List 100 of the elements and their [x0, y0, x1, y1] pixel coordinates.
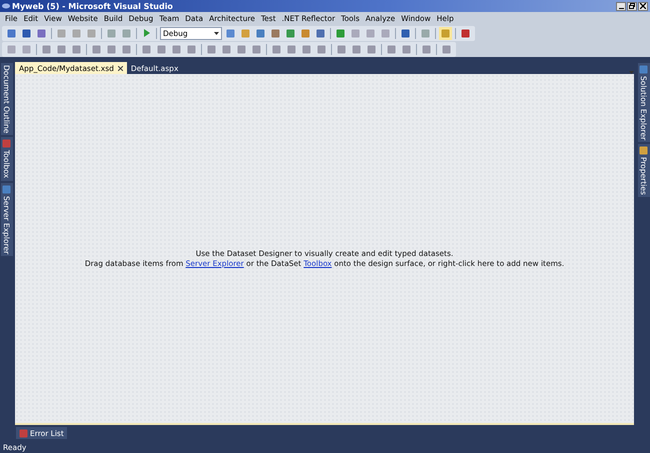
- square-icon: [241, 28, 250, 38]
- toolbar-button[interactable]: [459, 26, 472, 40]
- minimize-button[interactable]: [616, 2, 626, 10]
- toolbar-button[interactable]: [299, 26, 312, 40]
- square-icon: [2, 139, 11, 148]
- toolbar-button[interactable]: [205, 42, 218, 56]
- square-icon: [381, 28, 390, 38]
- toolbar-button[interactable]: [334, 26, 347, 40]
- restore-button[interactable]: [627, 2, 637, 10]
- toolbar-button[interactable]: [335, 42, 348, 56]
- toolbar-button[interactable]: [40, 42, 53, 56]
- square-icon: [639, 65, 648, 74]
- square-icon: [72, 28, 81, 38]
- square-icon: [92, 44, 101, 54]
- toolbar-button[interactable]: [55, 42, 68, 56]
- square-icon: [42, 44, 51, 54]
- toolbar-button[interactable]: [385, 42, 398, 56]
- toolbar-button[interactable]: [399, 26, 412, 40]
- square-icon: [401, 28, 410, 38]
- play-icon: [143, 29, 150, 37]
- square-icon: [337, 44, 346, 54]
- toolbar-button[interactable]: [70, 42, 83, 56]
- toolbar-button[interactable]: [269, 26, 282, 40]
- toolbar-button[interactable]: [250, 42, 263, 56]
- square-icon: [107, 44, 116, 54]
- square-icon: [57, 44, 66, 54]
- close-button[interactable]: [638, 2, 648, 10]
- toolbar-button[interactable]: [400, 42, 413, 56]
- square-icon: [157, 44, 166, 54]
- square-icon: [442, 44, 451, 54]
- toolbar-button[interactable]: [20, 26, 33, 40]
- square-icon: [252, 44, 261, 54]
- toolbar-button[interactable]: [300, 42, 313, 56]
- square-icon: [317, 44, 326, 54]
- toolbar-button[interactable]: [220, 42, 233, 56]
- toolbar-button[interactable]: [365, 42, 378, 56]
- square-icon: [352, 44, 361, 54]
- square-icon: [187, 44, 196, 54]
- toolbar-button[interactable]: [285, 42, 298, 56]
- close-icon: [118, 66, 123, 70]
- square-icon: [2, 184, 11, 194]
- toolbar-button[interactable]: [314, 26, 327, 40]
- square-icon: [316, 28, 325, 38]
- square-icon: [222, 44, 231, 54]
- square-icon: [271, 28, 280, 38]
- square-icon: [441, 28, 450, 38]
- square-icon: [421, 28, 430, 38]
- toolbar-button[interactable]: [350, 42, 363, 56]
- square-icon: [256, 28, 265, 38]
- square-icon: [351, 28, 360, 38]
- toolbar-button[interactable]: [270, 42, 283, 56]
- toolbar-button[interactable]: [224, 26, 237, 40]
- square-icon: [301, 28, 310, 38]
- close-icon: [640, 3, 646, 9]
- app-icon: [2, 3, 10, 9]
- square-icon: [22, 44, 31, 54]
- square-icon: [19, 428, 28, 438]
- toolbar-button[interactable]: [420, 42, 433, 56]
- toolbar-button[interactable]: [284, 26, 297, 40]
- toolbar-button[interactable]: [105, 42, 118, 56]
- square-icon: [22, 28, 31, 38]
- square-icon: [7, 44, 16, 54]
- toolbar-button[interactable]: [155, 42, 168, 56]
- square-icon: [122, 28, 131, 38]
- toolbar-button[interactable]: [440, 42, 453, 56]
- square-icon: [142, 44, 151, 54]
- square-icon: [387, 44, 396, 54]
- square-icon: [7, 28, 16, 38]
- square-icon: [366, 28, 375, 38]
- square-icon: [402, 44, 411, 54]
- square-icon: [639, 146, 648, 156]
- toolbar-button[interactable]: [185, 42, 198, 56]
- square-icon: [57, 28, 66, 38]
- toolbar-button[interactable]: [170, 42, 183, 56]
- caret-icon: [214, 32, 219, 34]
- square-icon: [172, 44, 181, 54]
- square-icon: [107, 28, 116, 38]
- square-icon: [87, 28, 96, 38]
- square-icon: [272, 44, 281, 54]
- toolbar-button[interactable]: [5, 26, 18, 40]
- square-icon: [336, 28, 345, 38]
- square-icon: [286, 28, 295, 38]
- square-icon: [207, 44, 216, 54]
- square-icon: [122, 44, 131, 54]
- square-icon: [287, 44, 296, 54]
- restore-icon: [629, 3, 635, 9]
- toolbar-button[interactable]: [120, 42, 133, 56]
- toolbar-button[interactable]: [315, 42, 328, 56]
- toolbar-button[interactable]: [140, 42, 153, 56]
- square-icon: [226, 28, 235, 38]
- toolbar-button[interactable]: [235, 42, 248, 56]
- square-icon: [237, 44, 246, 54]
- toolbar-button[interactable]: [35, 26, 48, 40]
- square-icon: [37, 28, 46, 38]
- square-icon: [302, 44, 311, 54]
- square-icon: [461, 28, 470, 38]
- square-icon: [72, 44, 81, 54]
- toolbar-button[interactable]: [90, 42, 103, 56]
- square-icon: [422, 44, 431, 54]
- toolbar-button[interactable]: [254, 26, 267, 40]
